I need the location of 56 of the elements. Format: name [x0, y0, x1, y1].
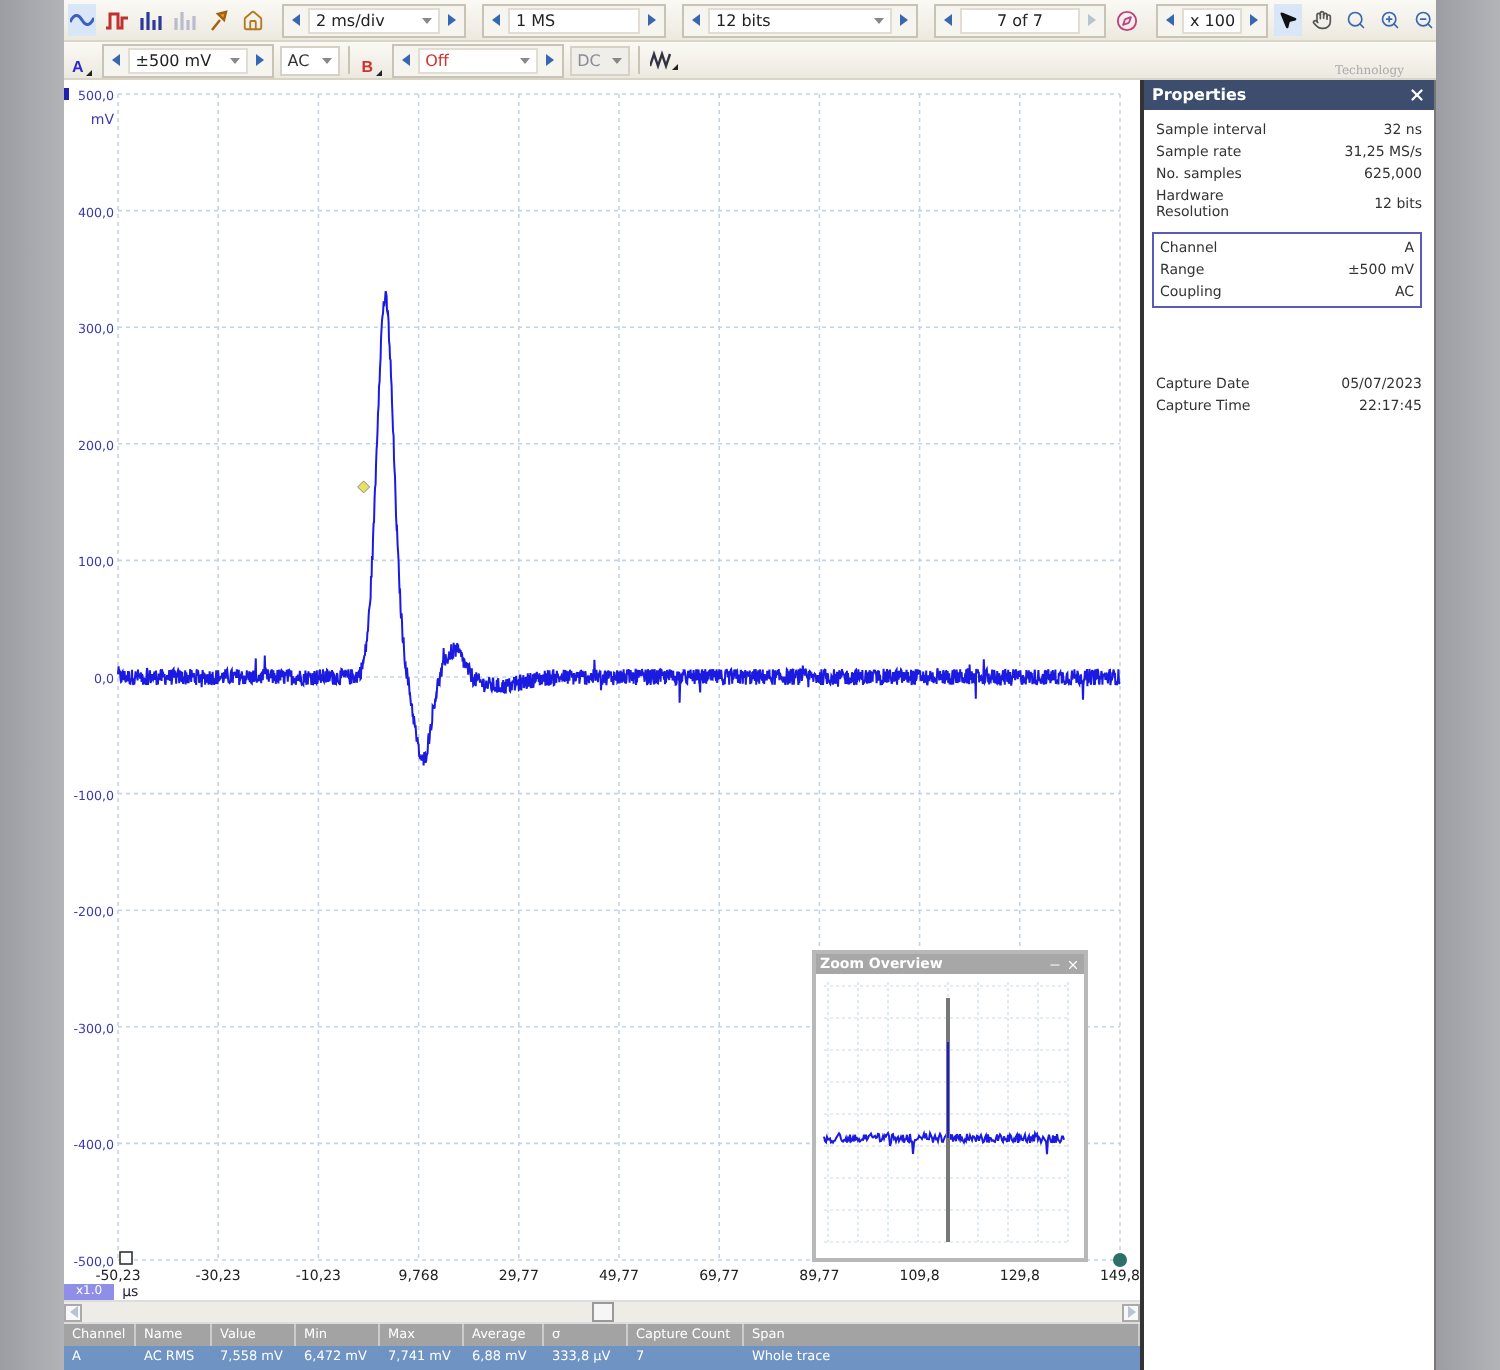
scope-mode-button[interactable]: [68, 4, 96, 36]
scope-wave-icon: [70, 10, 94, 30]
signal-wave-icon: [649, 50, 678, 70]
right-arrow-icon: [1250, 14, 1258, 26]
bar-graph-icon: [173, 10, 195, 30]
pulse-icon: [105, 10, 127, 30]
pointer-tool-button[interactable]: [1274, 4, 1302, 36]
compass-icon: [1115, 9, 1137, 31]
ruler-handle-icon[interactable]: [119, 1251, 133, 1265]
panel-title: Properties: [1152, 86, 1247, 104]
left-arrow-icon: [69, 1306, 77, 1318]
channel-button[interactable]: B: [357, 45, 386, 75]
right-arrow-icon: [648, 14, 656, 26]
dropdown-caret-icon: [229, 57, 240, 63]
range-field[interactable]: ±500 mV: [127, 47, 248, 73]
left-arrow-icon: [401, 54, 410, 66]
ruler-handle-icon[interactable]: [1113, 1253, 1127, 1267]
dropdown-caret-icon: [611, 57, 622, 63]
left-arrow-icon: [292, 14, 300, 26]
left-arrow-icon: [1166, 14, 1174, 26]
right-arrow-icon: [900, 14, 908, 26]
zoom-factor-field[interactable]: x 100: [1182, 7, 1242, 33]
range-field[interactable]: Off: [417, 47, 538, 73]
zoom-out-icon: [1414, 10, 1434, 30]
right-arrow-icon: [1127, 1306, 1135, 1318]
dropdown-caret-icon: [874, 17, 884, 23]
trigger-marker-icon[interactable]: [357, 480, 371, 494]
coupling-dropdown[interactable]: AC: [279, 45, 340, 75]
left-arrow-icon: [944, 14, 952, 26]
right-arrow-icon: [255, 54, 264, 66]
coupling-dropdown[interactable]: DC: [569, 45, 630, 75]
close-button[interactable]: [1408, 86, 1426, 104]
right-arrow-icon: [545, 54, 554, 66]
channel-marker-icon: [64, 88, 69, 100]
dropdown-caret-icon: [321, 57, 332, 63]
home-icon: [241, 9, 263, 31]
scroll-thumb[interactable]: [591, 1302, 613, 1322]
pointer-icon: [1278, 10, 1298, 30]
hand-icon: [1312, 10, 1332, 30]
corner-icon: [375, 69, 382, 75]
search-icon: [1346, 10, 1366, 30]
right-arrow-icon: [448, 14, 456, 26]
channel-button[interactable]: A: [68, 45, 96, 75]
resolution-field[interactable]: 12 bits: [708, 7, 892, 33]
zoom-in-icon: [1380, 10, 1400, 30]
timebase-field[interactable]: 2 ms/div: [308, 7, 440, 33]
samples-field[interactable]: 1 MS: [508, 7, 640, 33]
right-arrow-icon: [1088, 14, 1096, 26]
left-arrow-icon: [492, 14, 500, 26]
dropdown-caret-icon: [519, 57, 530, 63]
left-arrow-icon: [692, 14, 700, 26]
corner-icon: [85, 69, 92, 75]
buffer-field[interactable]: 7 of 7: [960, 7, 1080, 33]
left-arrow-icon: [111, 54, 120, 66]
dropdown-caret-icon: [422, 17, 432, 23]
bar-graph-icon: [139, 10, 161, 30]
